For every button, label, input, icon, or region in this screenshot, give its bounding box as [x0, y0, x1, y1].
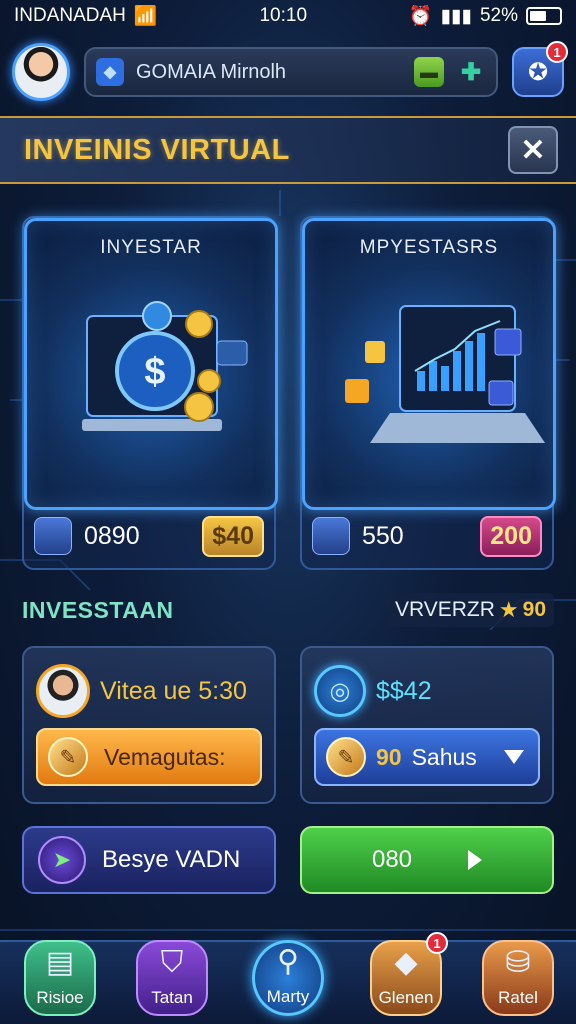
- select-prefix: 90: [376, 743, 402, 770]
- left-action-label: Besye VADN: [102, 846, 241, 873]
- card-title: MPYESTASRS: [359, 237, 499, 258]
- title-banner: INVEINIS VIRTUAL ✕: [0, 116, 576, 184]
- nav-label: Ratel: [498, 988, 538, 1007]
- profile-logo-icon: ◆: [96, 58, 124, 86]
- card-price[interactable]: 200: [480, 515, 542, 557]
- pencil-icon: ✎: [326, 737, 366, 777]
- investment-card-1[interactable]: INYESTAR $ 0890 $40: [22, 216, 278, 570]
- gamepad-icon: ✪: [527, 58, 549, 86]
- investor-row: Vitea ue 5:30: [36, 662, 262, 720]
- pencil-icon: ✎: [48, 737, 88, 777]
- star-icon: ★: [498, 597, 519, 622]
- nav-label: Glenen: [378, 988, 434, 1007]
- investor-panel: Vitea ue 5:30 ✎ Vemagutas:: [22, 646, 276, 804]
- search-icon: ⚲: [277, 945, 299, 978]
- card-image-frame: MPYESTASRS: [302, 218, 556, 510]
- page-title: INVEINIS VIRTUAL: [24, 133, 290, 166]
- status-select[interactable]: ✎ 90 Sahus: [314, 728, 540, 786]
- signal-icon: ▮▮▮: [440, 5, 472, 27]
- status-bar: INDANADAH 📶 10:10 ⏰ ▮▮▮ 52%: [0, 0, 576, 32]
- play-button[interactable]: 080: [300, 826, 554, 894]
- section-header: INVESSTAAN VRVERZR ★ 90: [22, 590, 554, 630]
- alarm-icon: ⏰: [408, 6, 433, 27]
- investment-card-2[interactable]: MPYESTASRS 550 200: [300, 216, 556, 570]
- section-stat: VRVERZR ★ 90: [386, 593, 554, 627]
- nav-item-tatan[interactable]: ⛉ Tatan: [136, 940, 208, 1016]
- card-footer: 550 200: [312, 515, 542, 557]
- investor-action-button[interactable]: ✎ Vemagutas:: [36, 728, 262, 786]
- battery-icon: [525, 7, 562, 25]
- treasure-chest-icon[interactable]: ▬: [414, 57, 444, 87]
- section-title: INVESSTAAN: [22, 596, 174, 623]
- left-action-button[interactable]: ➤ Besye VADN: [22, 826, 276, 894]
- battery-percent: 52%: [479, 5, 518, 26]
- section-stat-label: VRVERZR: [394, 598, 495, 621]
- nav-label: Risioe: [36, 988, 84, 1007]
- select-value: Sahus: [411, 743, 477, 770]
- wifi-icon: 📶: [133, 6, 158, 27]
- nav-item-glenen[interactable]: ◆ Glenen 1: [370, 932, 448, 1016]
- card-value: 0890: [84, 521, 140, 550]
- carrier-label: INDANADAH: [14, 5, 126, 26]
- nav-item-risioe[interactable]: ▤ Risioe: [24, 940, 96, 1016]
- avatar[interactable]: [12, 43, 70, 101]
- card-image-frame: INYESTAR $: [24, 218, 278, 510]
- balance-panel: ◎ $$42 ✎ 90 Sahus: [300, 646, 554, 804]
- nav-label: Marty: [266, 987, 310, 1006]
- player-name-bar[interactable]: ◆ GOMAIA Mirnolh ▬ ✚: [84, 47, 498, 97]
- play-icon: [468, 850, 483, 870]
- bottom-nav: ▤ Risioe ⛉ Tatan ⚲ Marty ◆ Glenen 1 ⛁ Ra…: [0, 932, 576, 1024]
- diamond-icon: ◆: [394, 946, 418, 979]
- investor-timer: Vitea ue 5:30: [100, 676, 247, 705]
- laptop-coin-illustration: $: [82, 301, 248, 431]
- player-name: GOMAIA Mirnolh: [136, 60, 287, 83]
- card-value: 550: [362, 521, 404, 550]
- clock: 10:10: [259, 5, 308, 26]
- play-button-label: 080: [371, 846, 413, 873]
- investor-avatar[interactable]: [36, 664, 90, 718]
- nav-label: Tatan: [151, 988, 193, 1007]
- chart-icon: ▤: [45, 946, 75, 979]
- plus-icon[interactable]: ✚: [456, 57, 486, 87]
- nav-item-ratel[interactable]: ⛁ Ratel: [482, 940, 554, 1016]
- gamepad-button[interactable]: ✪ 1: [512, 41, 568, 97]
- arrow-icon: ➤: [38, 836, 86, 884]
- close-icon: ✕: [520, 133, 546, 167]
- target-icon[interactable]: ◎: [314, 665, 366, 717]
- balance-value: $$42: [376, 676, 432, 705]
- bag-icon: ⛁: [505, 946, 531, 979]
- chevron-down-icon: [504, 750, 524, 764]
- nav-badge: 1: [426, 932, 448, 954]
- card-title: INYESTAR: [100, 237, 202, 258]
- svg-text:$: $: [144, 351, 165, 393]
- balance-row: ◎ $$42: [314, 662, 540, 720]
- coins-icon: [34, 517, 72, 555]
- nav-item-marty[interactable]: ⚲ Marty: [252, 940, 324, 1016]
- notification-badge: 1: [546, 41, 568, 63]
- card-price[interactable]: $40: [202, 515, 264, 557]
- card-footer: 0890 $40: [34, 515, 264, 557]
- section-stat-value: 90: [522, 598, 546, 621]
- shield-icon: ⛉: [160, 946, 184, 979]
- cube-icon: [312, 517, 350, 555]
- laptop-chart-illustration: [345, 305, 545, 443]
- header: ◆ GOMAIA Mirnolh ▬ ✚ ✪ 1: [12, 40, 568, 104]
- close-button[interactable]: ✕: [508, 126, 558, 174]
- investor-action-label: Vemagutas:: [104, 743, 226, 770]
